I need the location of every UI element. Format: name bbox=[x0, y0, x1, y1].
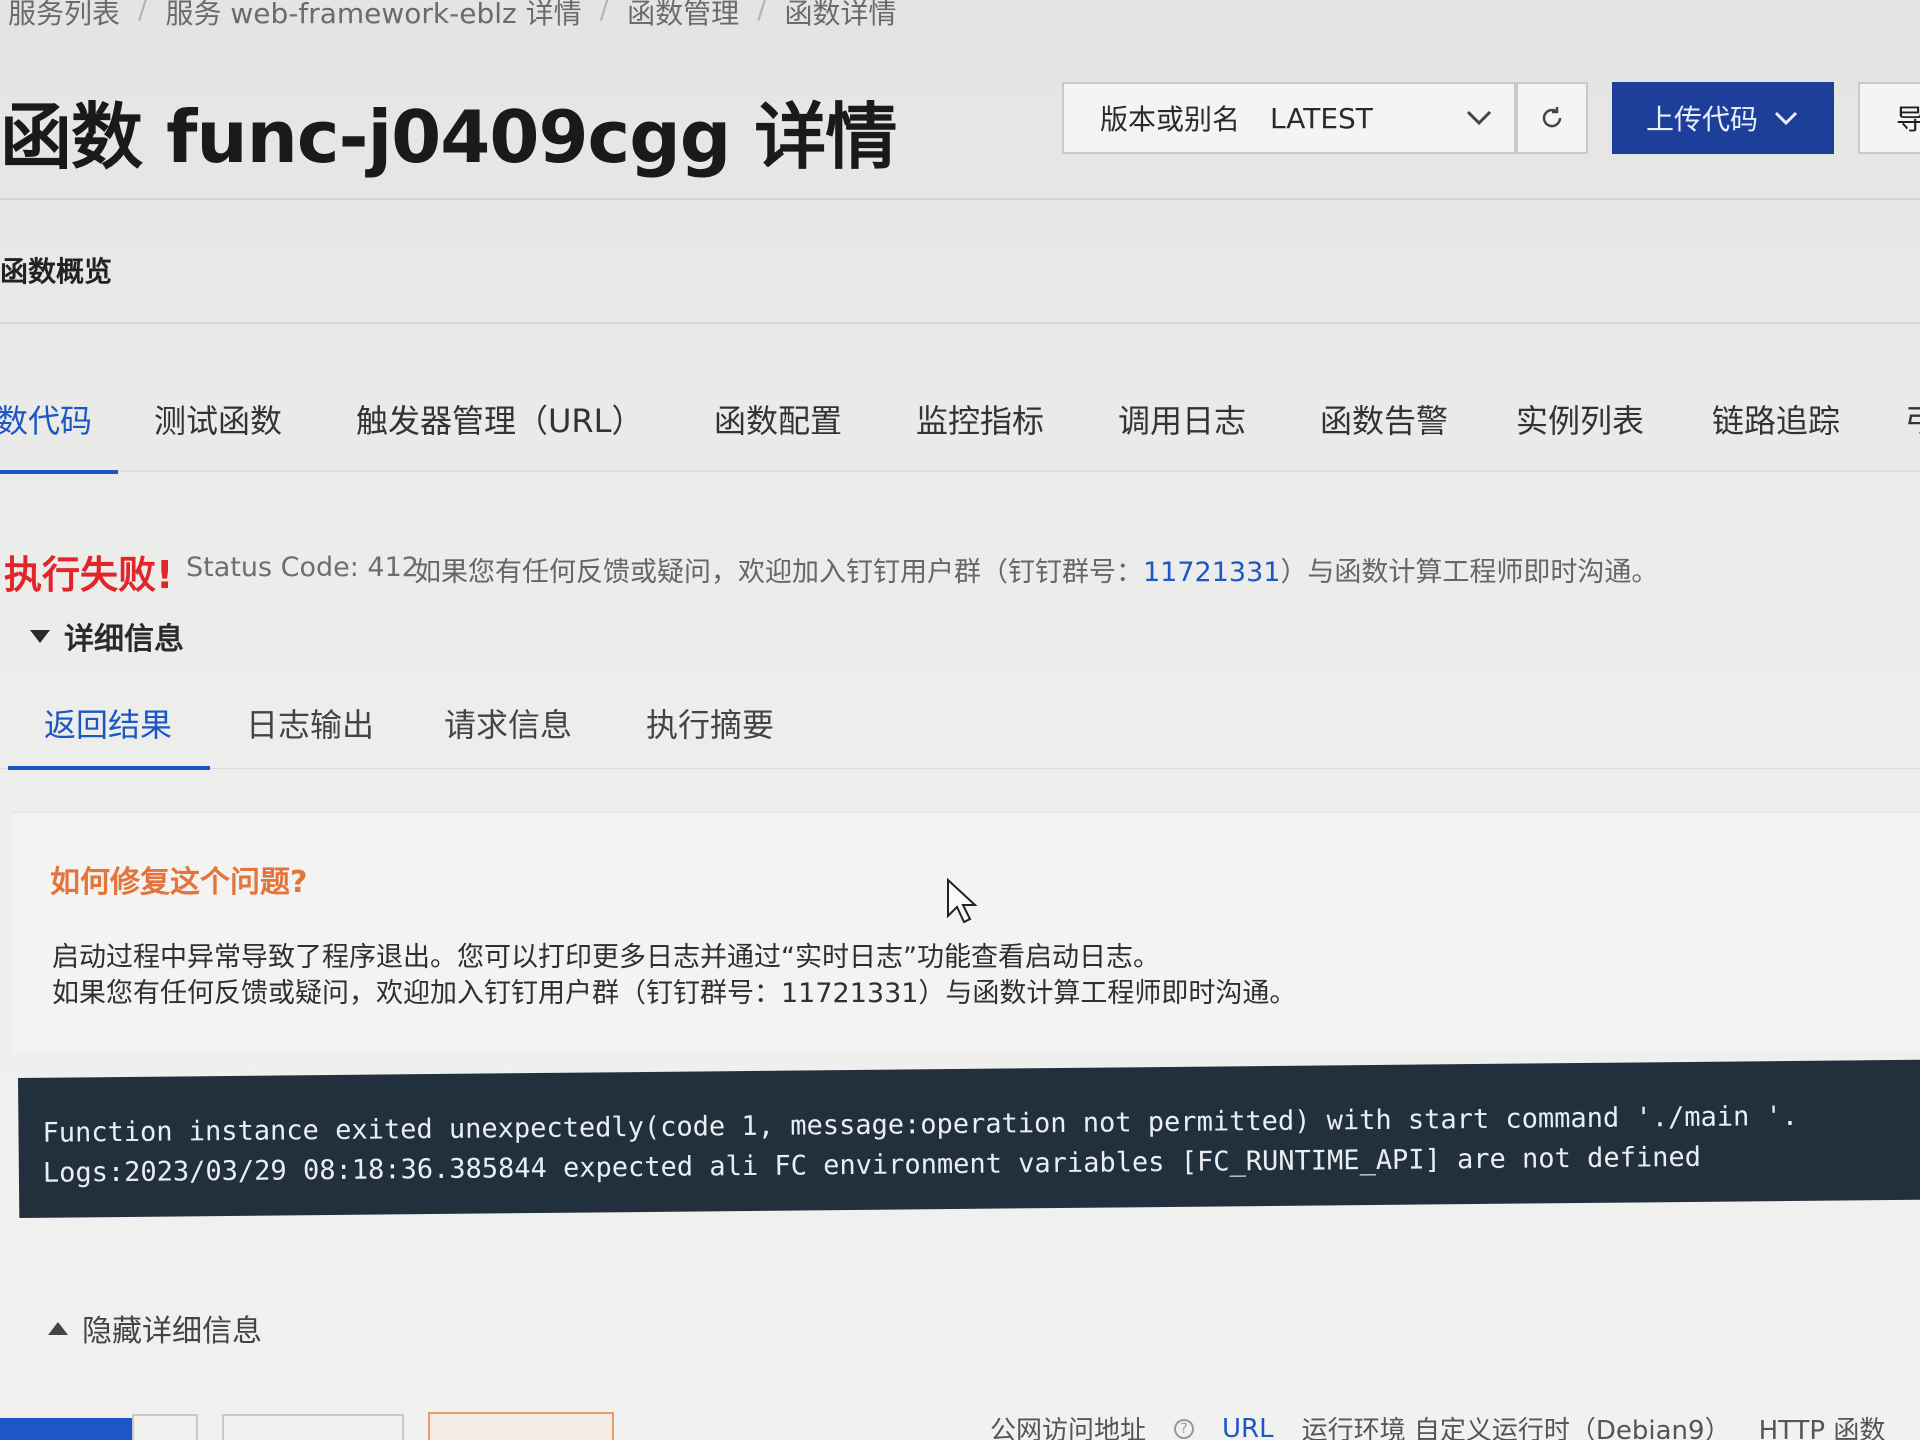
help-text-line: 如果您有任何反馈或疑问，欢迎加入钉钉用户群（钉钉群号：11721331）与函数计… bbox=[52, 978, 1297, 1009]
error-output-line: Function instance exited unexpectedly(co… bbox=[42, 1100, 1799, 1149]
tab-instance-list[interactable]: 实例列表 bbox=[1516, 396, 1644, 442]
subtab-execution-summary[interactable]: 执行摘要 bbox=[646, 700, 774, 746]
tab-function-code[interactable]: 数代码 bbox=[0, 396, 92, 442]
help-text-line: 启动过程中异常导致了程序退出。您可以打印更多日志并通过“实时日志”功能查看启动日… bbox=[52, 942, 1160, 973]
upload-code-button[interactable]: 上传代码 bbox=[1612, 82, 1834, 154]
export-label: 导 bbox=[1896, 103, 1920, 136]
refresh-button[interactable] bbox=[1516, 82, 1588, 154]
help-title: 如何修复这个问题? bbox=[50, 865, 308, 900]
subtab-log-output[interactable]: 日志输出 bbox=[246, 700, 374, 746]
breadcrumb-separator: / bbox=[599, 0, 610, 25]
chevron-down-icon bbox=[1466, 110, 1492, 126]
refresh-icon bbox=[1542, 107, 1562, 128]
error-output-block: Function instance exited unexpectedly(co… bbox=[18, 1059, 1920, 1218]
version-select-value: LATEST bbox=[1270, 101, 1373, 135]
breadcrumb-item-service-detail[interactable]: 服务 web-framework-eblz 详情 bbox=[165, 0, 581, 32]
function-type: HTTP 函数 bbox=[1758, 1416, 1886, 1440]
breadcrumb-item-function-detail: 函数详情 bbox=[784, 0, 897, 30]
divider bbox=[0, 198, 1920, 200]
feedback-message-prefix: 如果您有任何反馈或疑问，欢迎加入钉钉用户群（钉钉群号： bbox=[414, 557, 1143, 588]
status-code: Status Code: 412 bbox=[186, 552, 419, 583]
tab-test-function[interactable]: 测试函数 bbox=[154, 396, 282, 442]
breadcrumb-item-function-mgmt[interactable]: 函数管理 bbox=[627, 0, 739, 32]
tab-tracing[interactable]: 链路追踪 bbox=[1712, 396, 1840, 442]
breadcrumb-item-services[interactable]: 服务列表 bbox=[8, 0, 120, 32]
upload-code-label: 上传代码 bbox=[1645, 103, 1758, 136]
function-info-bar: 公网访问地址 ? URL 运行环境 自定义运行时（Debian9） HTTP 函… bbox=[990, 1410, 1885, 1440]
function-overview-heading: 函数概览 bbox=[0, 255, 113, 288]
details-toggle-label: 详细信息 bbox=[64, 622, 184, 657]
help-circle-icon[interactable]: ? bbox=[1174, 1418, 1195, 1439]
triangle-up-icon bbox=[48, 1321, 68, 1335]
url-link[interactable]: URL bbox=[1222, 1414, 1274, 1440]
active-subtab-indicator bbox=[8, 766, 210, 770]
tab-monitoring[interactable]: 监控指标 bbox=[916, 396, 1044, 442]
export-button[interactable]: 导 bbox=[1858, 82, 1920, 154]
active-tab-indicator bbox=[0, 470, 118, 474]
version-alias-select[interactable]: 版本或别名 LATEST bbox=[1062, 82, 1516, 154]
subtab-request-info[interactable]: 请求信息 bbox=[444, 700, 572, 746]
hide-details-label: 隐藏详细信息 bbox=[82, 1314, 262, 1349]
subtab-return-result[interactable]: 返回结果 bbox=[44, 700, 172, 746]
tab-invocation-logs[interactable]: 调用日志 bbox=[1118, 396, 1246, 442]
function-tabs: 数代码 测试函数 触发器管理（URL） 函数配置 监控指标 调用日志 函数告警 … bbox=[0, 396, 1920, 476]
execution-failed-title: 执行失败! bbox=[4, 553, 174, 597]
public-access-label: 公网访问地址 bbox=[990, 1416, 1147, 1440]
feedback-message-suffix: ）与函数计算工程师即时沟通。 bbox=[1280, 557, 1659, 588]
bottom-button[interactable] bbox=[132, 1414, 198, 1440]
page: 服务列表 / 服务 web-framework-eblz 详情 / 函数管理 /… bbox=[0, 0, 1920, 1440]
help-panel: 如何修复这个问题? 启动过程中异常导致了程序退出。您可以打印更多日志并通过“实时… bbox=[12, 812, 1920, 1052]
dingtalk-group-number[interactable]: 11721331 bbox=[1143, 557, 1280, 588]
hide-details-toggle[interactable]: 隐藏详细信息 bbox=[48, 1306, 262, 1350]
breadcrumb-separator: / bbox=[757, 0, 767, 25]
error-output-line: Logs:2023/03/29 08:18:36.385844 expected… bbox=[42, 1141, 1702, 1189]
tab-more[interactable]: 弓 bbox=[1904, 396, 1920, 442]
bottom-button[interactable] bbox=[428, 1412, 614, 1440]
divider bbox=[0, 470, 1920, 472]
breadcrumb: 服务列表 / 服务 web-framework-eblz 详情 / 函数管理 /… bbox=[8, 0, 897, 32]
tab-function-config[interactable]: 函数配置 bbox=[714, 396, 842, 442]
tab-function-alerts[interactable]: 函数告警 bbox=[1320, 396, 1448, 442]
version-select-label: 版本或别名 bbox=[1100, 103, 1241, 136]
divider bbox=[0, 322, 1920, 324]
mouse-cursor-icon bbox=[947, 878, 978, 924]
tab-trigger-management[interactable]: 触发器管理（URL） bbox=[356, 396, 644, 442]
divider bbox=[0, 768, 1920, 769]
page-title: 函数 func-j0409cgg 详情 bbox=[0, 95, 897, 179]
bottom-primary-button[interactable] bbox=[0, 1418, 132, 1440]
feedback-message: 如果您有任何反馈或疑问，欢迎加入钉钉用户群（钉钉群号：11721331）与函数计… bbox=[414, 550, 1658, 589]
runtime-info: 运行环境 自定义运行时（Debian9） bbox=[1301, 1416, 1731, 1440]
triangle-down-icon bbox=[30, 629, 50, 643]
breadcrumb-separator: / bbox=[138, 0, 148, 25]
chevron-down-icon bbox=[1774, 111, 1798, 126]
bottom-button[interactable] bbox=[222, 1414, 404, 1440]
details-toggle[interactable]: 详细信息 bbox=[30, 614, 184, 658]
